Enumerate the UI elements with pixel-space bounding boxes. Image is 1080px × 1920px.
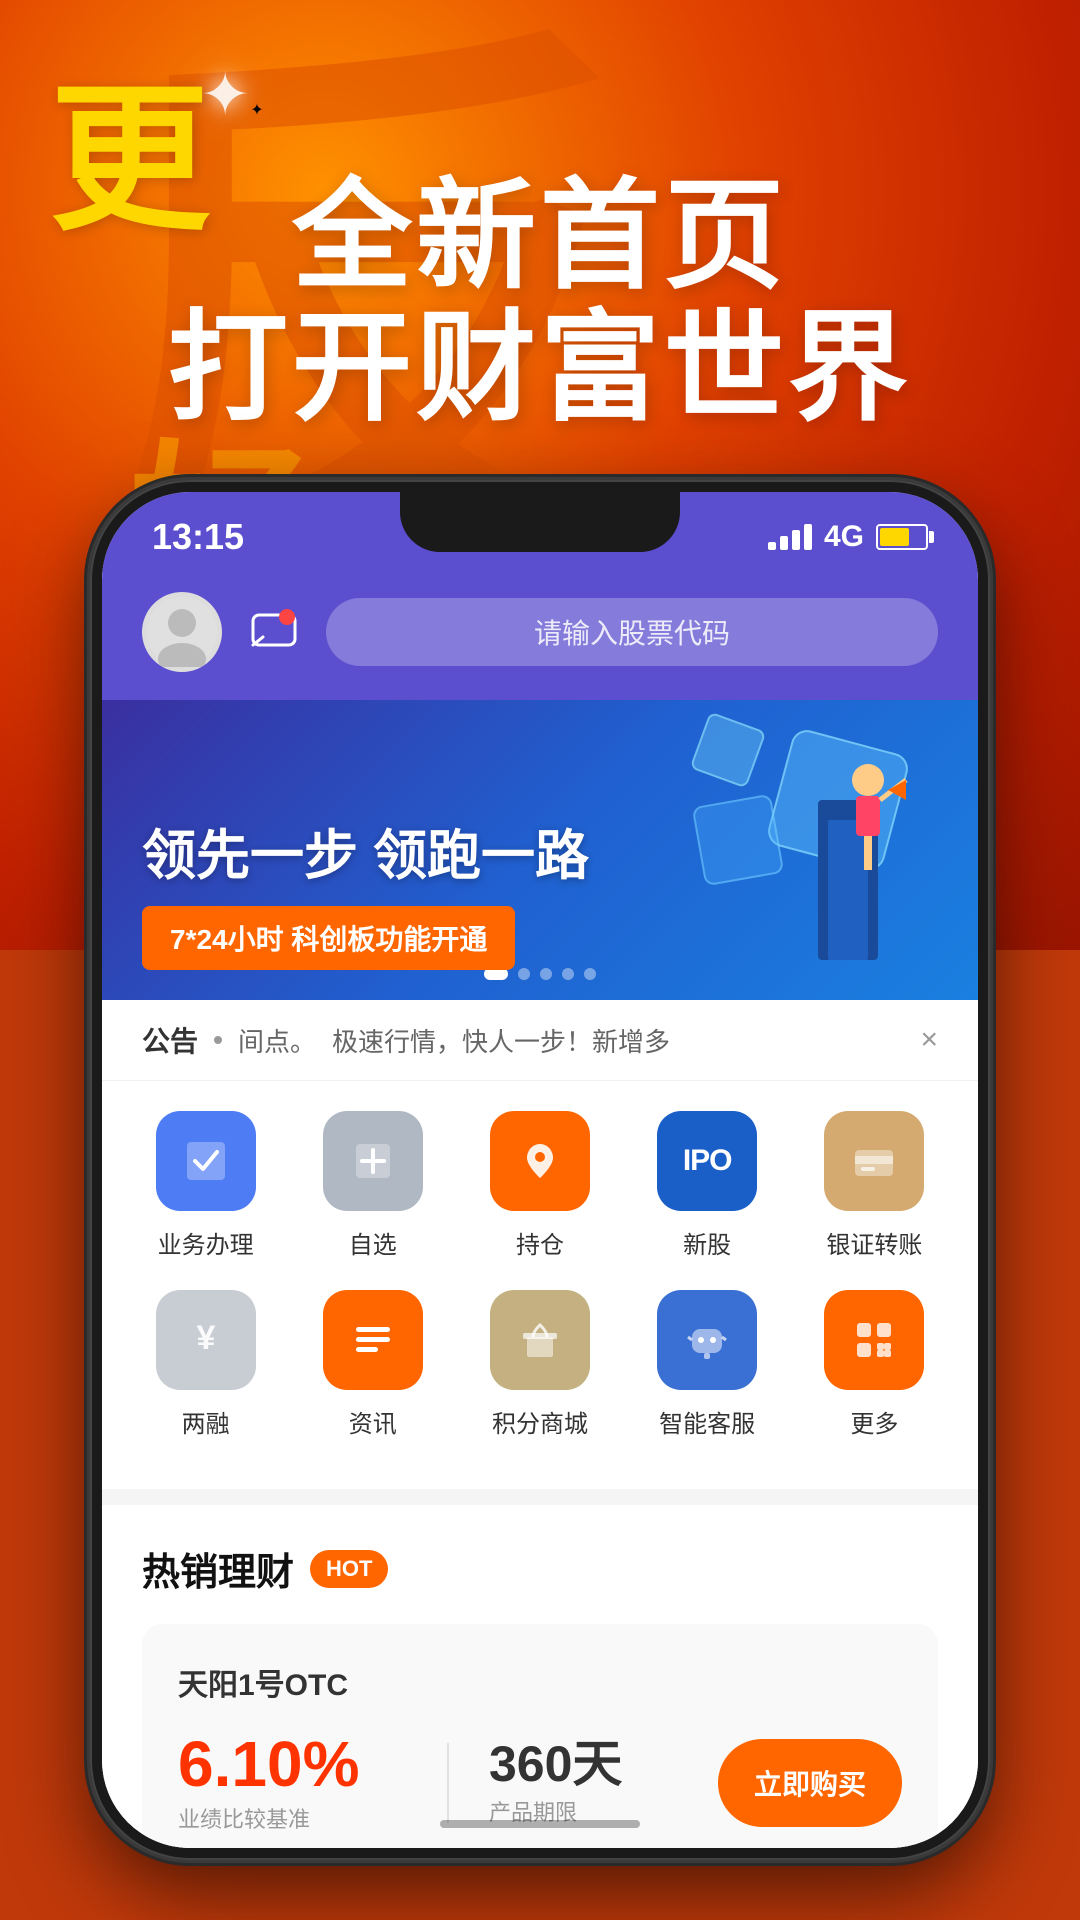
hot-finance-header: 热销理财 HOT (142, 1541, 938, 1596)
product-buy-button[interactable]: 立即购买 (718, 1739, 902, 1827)
grid-row-1: 业务办理 自选 (102, 1111, 978, 1260)
hot-finance-section: 热销理财 HOT 天阳1号OTC 6.10% 业绩比较基准 (102, 1505, 978, 1848)
product-card[interactable]: 天阳1号OTC 6.10% 业绩比较基准 360天 产品期限 立即购 (142, 1624, 938, 1848)
status-time: 13:15 (152, 516, 244, 558)
yewu-icon (156, 1111, 256, 1211)
phone-wrapper: 13:15 4G (90, 480, 990, 1880)
grid-item-xingu[interactable]: IPO 新股 (637, 1111, 777, 1260)
svg-text:¥: ¥ (196, 1319, 215, 1357)
network-type: 4G (824, 520, 864, 554)
zixun-icon (323, 1290, 423, 1390)
grid-item-kefu[interactable]: 智能客服 (637, 1290, 777, 1439)
app-screen: 请输入股票代码 (102, 572, 978, 1848)
product-duration: 360天 (489, 1739, 718, 1789)
notice-separator-dot (214, 1036, 222, 1044)
hot-finance-badge: HOT (310, 1550, 388, 1588)
notice-text: 极速行情，快人一步！新增多 (332, 1022, 904, 1059)
yewu-label: 业务办理 (158, 1225, 254, 1260)
message-icon[interactable] (242, 600, 306, 664)
liangrong-label: 两融 (182, 1404, 230, 1439)
power-button (988, 740, 990, 860)
product-name: 天阳1号OTC (178, 1660, 902, 1704)
search-placeholder: 请输入股票代码 (534, 612, 730, 652)
phone-notch (400, 492, 680, 552)
zixuan-icon (323, 1111, 423, 1211)
search-bar[interactable]: 请输入股票代码 (326, 598, 938, 666)
banner-sub-button[interactable]: 7*24小时 科创板功能开通 (142, 906, 515, 970)
notice-close-button[interactable]: × (920, 1023, 938, 1057)
chicang-label: 持仓 (516, 1225, 564, 1260)
notice-source: 间点。 (238, 1022, 316, 1059)
signal-bar-2 (780, 536, 788, 550)
section-separator (102, 1489, 978, 1505)
signal-bar-3 (792, 530, 800, 550)
kefu-icon (657, 1290, 757, 1390)
hero-section: 全新首页 打开财富世界 (0, 170, 1080, 434)
signal-bar-1 (768, 542, 776, 550)
banner-figure (758, 720, 918, 985)
hero-line1: 全新首页 (0, 170, 1080, 302)
app-header: 请输入股票代码 (102, 572, 978, 700)
phone-screen: 13:15 4G (102, 492, 978, 1848)
grid-item-yewu[interactable]: 业务办理 (136, 1111, 276, 1260)
grid-item-yinzheng[interactable]: 银证转账 (804, 1111, 944, 1260)
signal-icon (768, 524, 812, 550)
jifen-icon (490, 1290, 590, 1390)
grid-section: 业务办理 自选 (102, 1081, 978, 1489)
product-duration-area: 360天 产品期限 (489, 1739, 718, 1827)
banner-main-text: 领先一步 领跑一路 (142, 811, 589, 890)
home-indicator[interactable] (440, 1820, 640, 1828)
liangrong-icon: ¥ (156, 1290, 256, 1390)
product-rate-area: 6.10% 业绩比较基准 (178, 1732, 407, 1834)
product-details: 6.10% 业绩比较基准 360天 产品期限 立即购买 (178, 1732, 902, 1834)
zixun-label: 资讯 (349, 1404, 397, 1439)
kefu-label: 智能客服 (659, 1404, 755, 1439)
battery-fill (880, 528, 909, 546)
notice-label: 公告 (142, 1020, 198, 1060)
hero-line2: 打开财富世界 (0, 302, 1080, 434)
banner[interactable]: 领先一步 领跑一路 7*24小时 科创板功能开通 (102, 700, 978, 1000)
product-divider (447, 1743, 449, 1823)
sparkle-decoration: ✦ (200, 60, 280, 140)
user-avatar[interactable] (142, 592, 222, 672)
signal-bar-4 (804, 524, 812, 550)
volume-silent-button (90, 700, 92, 780)
more-icon (824, 1290, 924, 1390)
product-rate: 6.10% (178, 1732, 407, 1796)
volume-up-button (90, 820, 92, 940)
status-icons: 4G (768, 520, 928, 554)
grid-row-2: ¥ 两融 (102, 1290, 978, 1439)
jifen-label: 积分商城 (492, 1404, 588, 1439)
grid-item-chicang[interactable]: 持仓 (470, 1111, 610, 1260)
grid-item-liangrong[interactable]: ¥ 两融 (136, 1290, 276, 1439)
grid-item-zixun[interactable]: 资讯 (303, 1290, 443, 1439)
more-label: 更多 (850, 1404, 898, 1439)
volume-down-button (90, 980, 92, 1100)
notice-bar: 公告 间点。 极速行情，快人一步！新增多 × (102, 1000, 978, 1081)
yinzheng-label: 银证转账 (826, 1225, 922, 1260)
chicang-icon (490, 1111, 590, 1211)
xingu-icon: IPO (657, 1111, 757, 1211)
grid-item-jifen[interactable]: 积分商城 (470, 1290, 610, 1439)
grid-item-zixuan[interactable]: 自选 (303, 1111, 443, 1260)
ipo-text: IPO (683, 1144, 732, 1178)
zixuan-label: 自选 (349, 1225, 397, 1260)
hot-finance-title: 热销理财 (142, 1541, 294, 1596)
banner-cube-3 (690, 712, 767, 789)
battery-icon (876, 524, 928, 550)
phone-frame: 13:15 4G (90, 480, 990, 1860)
yinzheng-icon (824, 1111, 924, 1211)
grid-item-more[interactable]: 更多 (804, 1290, 944, 1439)
xingu-label: 新股 (683, 1225, 731, 1260)
product-rate-label: 业绩比较基准 (178, 1802, 407, 1834)
banner-text-area: 领先一步 领跑一路 7*24小时 科创板功能开通 (142, 811, 589, 970)
